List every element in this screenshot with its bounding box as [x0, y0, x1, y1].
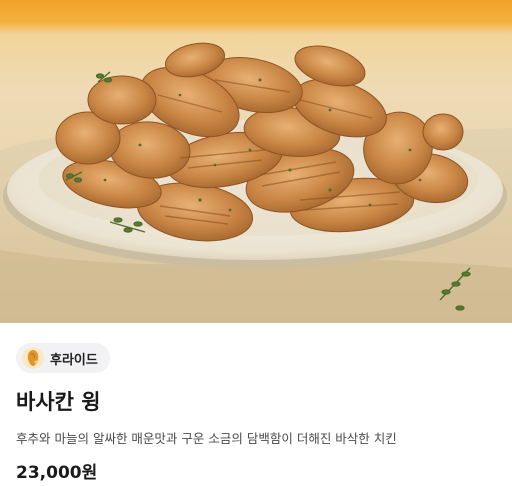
product-name: 바사칸 윙: [16, 390, 101, 414]
product-description: 후추와 마늘의 알싸한 매운맛과 구운 소금의 담백함이 더해진 바삭한 치킨: [16, 431, 397, 446]
crispy-chicken-icon: [22, 347, 44, 369]
fried-wings-photo: [0, 42, 512, 323]
product-price: 23,000원: [16, 463, 98, 483]
category-chip-label: 후라이드: [50, 352, 98, 368]
product-image: [0, 0, 512, 323]
category-chip[interactable]: 후라이드: [16, 343, 110, 373]
